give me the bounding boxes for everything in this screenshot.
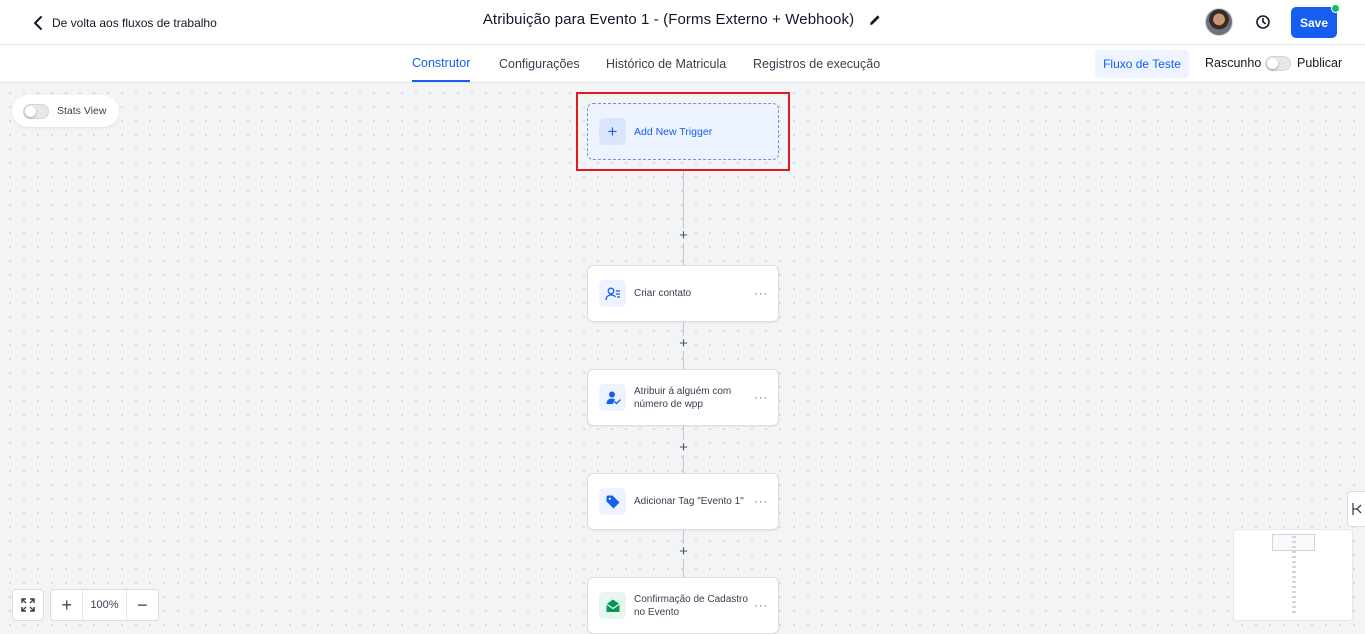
- tab-construtor[interactable]: Construtor: [412, 45, 471, 82]
- draft-label: Rascunho: [1205, 56, 1262, 70]
- pencil-icon[interactable]: [868, 13, 882, 27]
- minimap-track: [1292, 536, 1296, 616]
- flow-branch-icon: [1351, 503, 1361, 515]
- user-assign-icon: [599, 384, 626, 411]
- action-label: Criar contato: [634, 288, 692, 299]
- zoom-level: 100%: [82, 590, 127, 620]
- more-options-icon[interactable]: ···: [754, 598, 768, 612]
- more-options-icon[interactable]: ···: [754, 390, 768, 404]
- stats-view-switch[interactable]: [23, 103, 49, 119]
- action-node-atribuir[interactable]: Atribuir á alguém com número de wpp ···: [587, 369, 779, 426]
- back-label: De volta aos fluxos de trabalho: [52, 16, 217, 30]
- expand-icon: [21, 598, 35, 612]
- status-dot: [1331, 4, 1340, 13]
- minimap[interactable]: [1233, 529, 1353, 621]
- more-options-icon[interactable]: ···: [754, 494, 768, 508]
- user-avatar[interactable]: [1205, 8, 1233, 36]
- email-open-icon: [599, 592, 626, 619]
- publish-toggle[interactable]: [1265, 56, 1291, 71]
- workflow-title: Atribuição para Evento 1 - (Forms Extern…: [482, 11, 855, 28]
- add-step-plus-icon[interactable]: +: [676, 336, 691, 351]
- action-node-criar-contato[interactable]: Criar contato ···: [587, 265, 779, 322]
- trigger-label: Add New Trigger: [634, 125, 713, 138]
- save-button[interactable]: Save: [1291, 7, 1337, 38]
- more-options-icon[interactable]: ···: [754, 286, 768, 300]
- fit-view-button[interactable]: [12, 589, 44, 621]
- action-label: Adicionar Tag "Evento 1": [634, 496, 744, 507]
- action-node-adicionar-tag[interactable]: Adicionar Tag "Evento 1" ···: [587, 473, 779, 530]
- zoom-in-button[interactable]: +: [51, 590, 82, 620]
- tag-icon: [599, 488, 626, 515]
- back-to-workflows-link[interactable]: De volta aos fluxos de trabalho: [32, 13, 217, 33]
- tab-configuracoes[interactable]: Configurações: [499, 45, 580, 82]
- add-step-plus-icon[interactable]: +: [676, 228, 691, 243]
- tab-bar: Construtor Configurações Histórico de Ma…: [0, 45, 1365, 83]
- action-node-confirmacao-cadastro[interactable]: Confirmação de Cadastro no Evento ···: [587, 577, 779, 634]
- zoom-out-button[interactable]: −: [127, 590, 158, 620]
- add-step-plus-icon[interactable]: +: [676, 440, 691, 455]
- zoom-controls: + 100% −: [50, 589, 159, 621]
- side-panel-handle[interactable]: [1347, 491, 1365, 527]
- publish-label: Publicar: [1297, 56, 1343, 70]
- plus-icon: +: [599, 118, 626, 145]
- stats-view-label: Stats View: [57, 105, 107, 117]
- connector-line: [683, 171, 684, 265]
- clock-history-icon[interactable]: [1253, 12, 1273, 32]
- action-label: Confirmação de Cadastro no Evento: [634, 593, 748, 618]
- add-step-plus-icon[interactable]: +: [676, 544, 691, 559]
- tab-registros-execucao[interactable]: Registros de execução: [753, 45, 880, 82]
- add-new-trigger-button[interactable]: + Add New Trigger: [587, 103, 779, 160]
- chevron-left-icon: [34, 16, 42, 30]
- user-list-icon: [599, 280, 626, 307]
- action-label: Atribuir á alguém com número de wpp: [634, 385, 732, 410]
- test-flow-button[interactable]: Fluxo de Teste: [1095, 50, 1189, 78]
- workflow-canvas[interactable]: Stats View + + + + + Add New Trigger Cri…: [0, 83, 1365, 634]
- top-bar: De volta aos fluxos de trabalho Atribuiç…: [0, 0, 1365, 45]
- tab-historico-matricula[interactable]: Histórico de Matricula: [606, 45, 726, 82]
- stats-view-toggle[interactable]: Stats View: [12, 95, 119, 127]
